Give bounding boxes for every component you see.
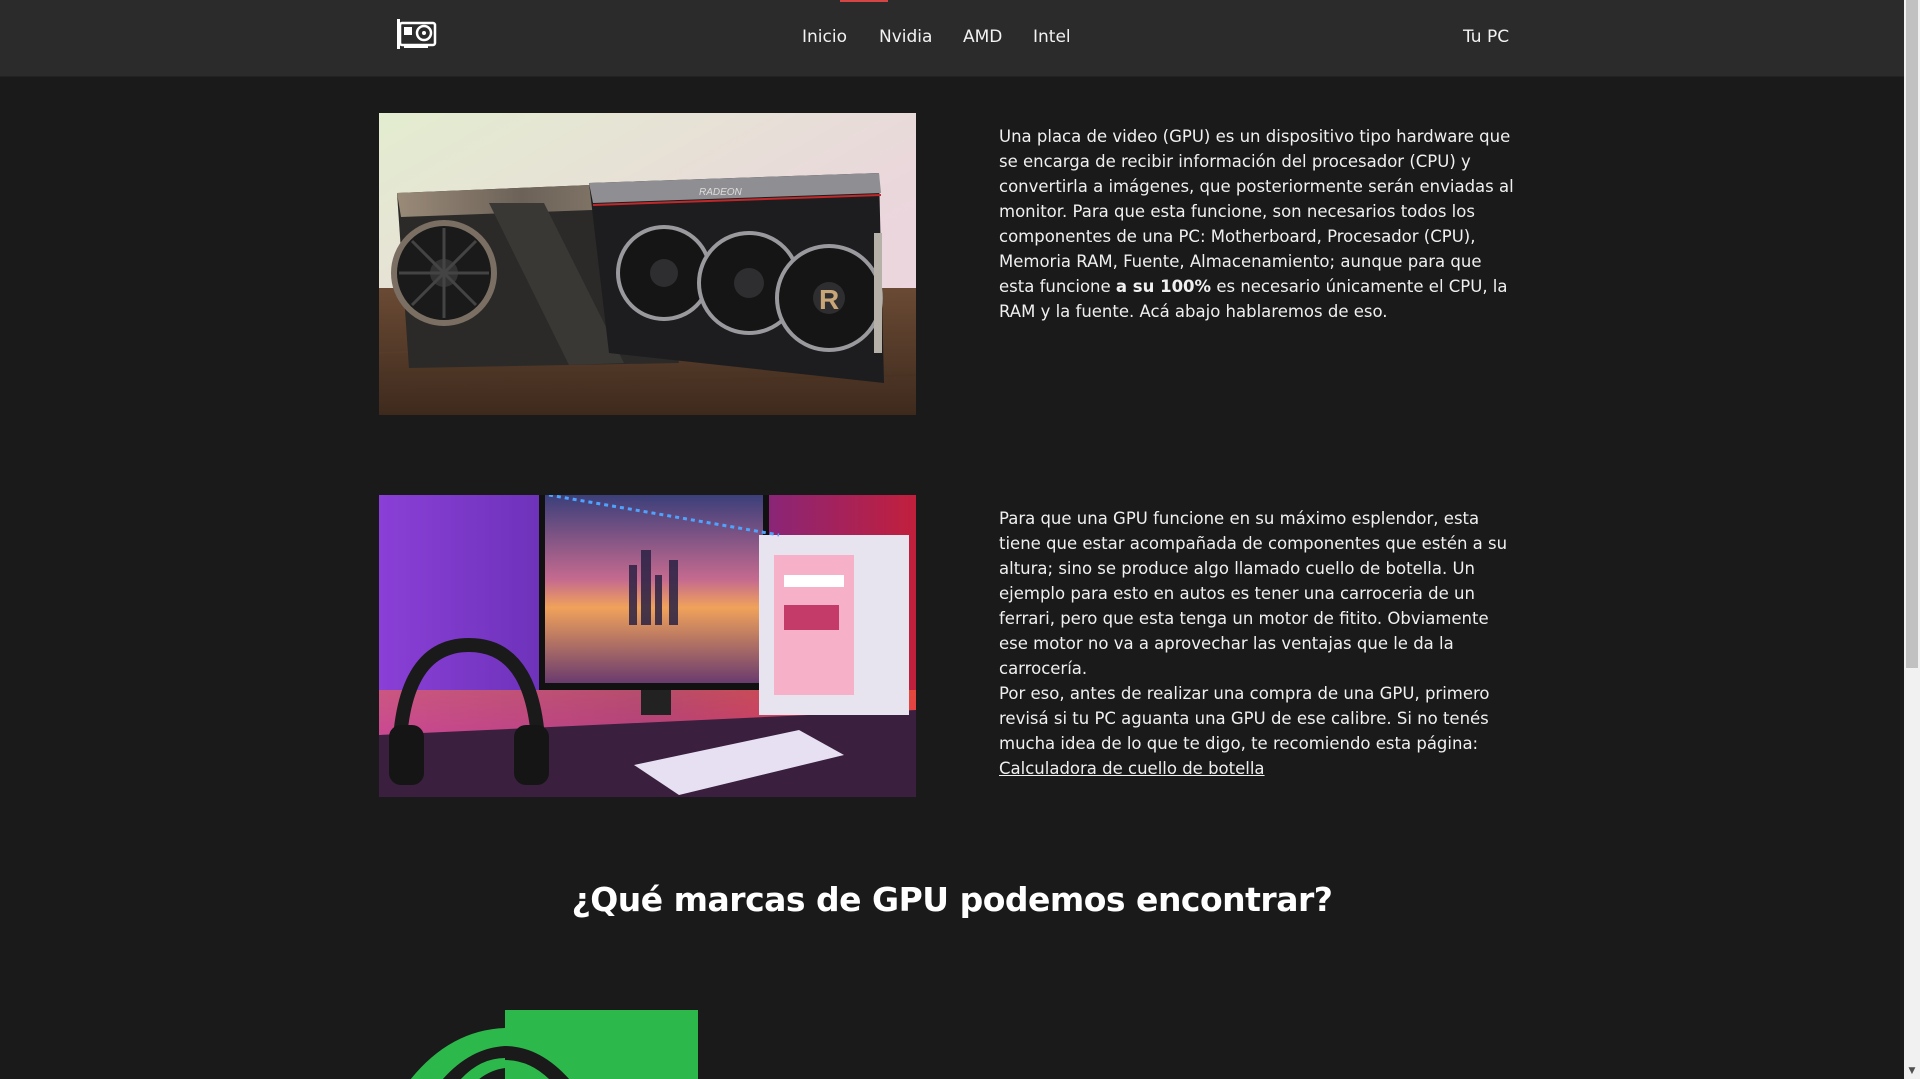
site-header: Inicio Nvidia AMD Intel Tu PC (0, 0, 1904, 77)
brands-heading: ¿Qué marcas de GPU podemos encontrar? (571, 880, 1333, 919)
nav-item-inicio[interactable]: Inicio (802, 27, 847, 47)
scroll-down-arrow-icon[interactable]: ▼ (1904, 1063, 1920, 1079)
nav-item-intel[interactable]: Intel (1033, 27, 1071, 47)
scrollbar-thumb[interactable] (1906, 0, 1918, 668)
nav-item-amd[interactable]: AMD (963, 27, 1002, 47)
intro-text-start: Una placa de video (GPU) es un dispositi… (999, 127, 1514, 296)
bottleneck-text: Para que una GPU funcione en su máximo e… (999, 509, 1508, 678)
bottleneck-paragraph: Para que una GPU funcione en su máximo e… (999, 506, 1514, 781)
gaming-setup-image (379, 495, 916, 797)
gpu-intro-paragraph: Una placa de video (GPU) es un dispositi… (999, 124, 1514, 324)
intro-text-bold: a su 100% (1115, 277, 1212, 296)
nav-item-tu-pc[interactable]: Tu PC (1463, 27, 1509, 47)
svg-text:R: R (819, 284, 839, 315)
active-nav-indicator (840, 0, 888, 2)
gpu-logo-icon[interactable] (395, 17, 437, 51)
bottleneck-advice-text: Por eso, antes de realizar una compra de… (999, 684, 1490, 753)
bottleneck-calculator-link[interactable]: Calculadora de cuello de botella (999, 759, 1265, 778)
svg-text:RADEON: RADEON (699, 187, 743, 198)
page: Inicio Nvidia AMD Intel Tu PC RADEON R U… (0, 0, 1920, 1079)
nav-item-nvidia[interactable]: Nvidia (879, 27, 932, 47)
vertical-scrollbar[interactable]: ▼ (1904, 0, 1920, 1079)
gpu-cards-image: RADEON R (379, 113, 916, 415)
nvidia-logo-icon[interactable] (390, 1010, 710, 1079)
